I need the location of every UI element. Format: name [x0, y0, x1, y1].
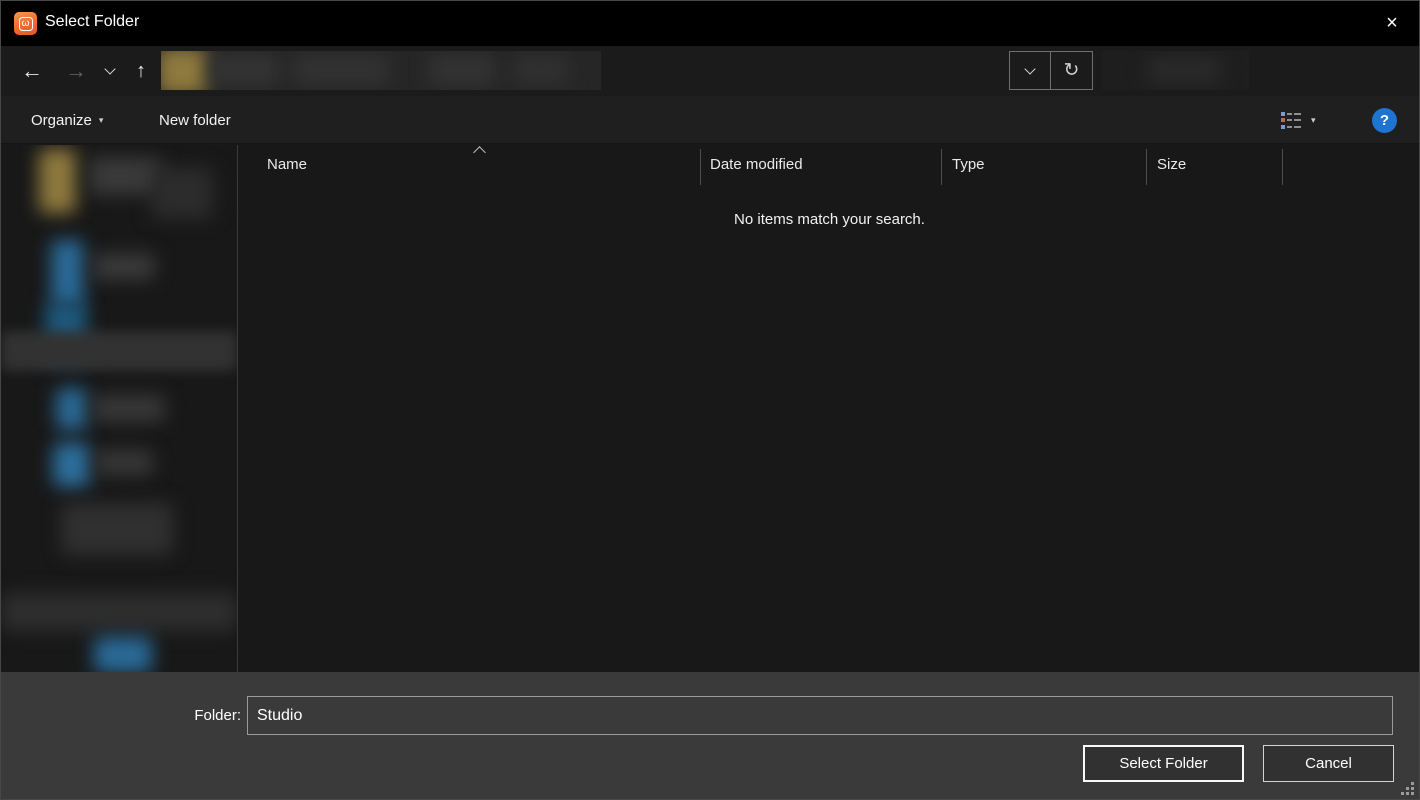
column-header-size[interactable]: Size [1157, 156, 1186, 173]
empty-results-message: No items match your search. [239, 211, 1420, 228]
sidebar-blur-item [96, 450, 153, 475]
sidebar-blur-item [56, 388, 87, 430]
app-icon: ω [14, 12, 37, 35]
address-blur-segment [513, 55, 569, 85]
chevron-down-icon [104, 63, 115, 74]
chevron-down-icon: ▾ [99, 115, 104, 126]
address-blur-folder-icon [161, 51, 207, 90]
sidebar-blur-item [151, 167, 213, 219]
chevron-down-icon [1024, 63, 1035, 74]
select-folder-dialog: ω Select Folder × ← → ↑ ↻ [0, 0, 1420, 800]
help-button[interactable]: ? [1372, 108, 1397, 133]
refresh-button[interactable]: ↻ [1051, 52, 1092, 89]
window-title: Select Folder [45, 13, 139, 31]
address-blur-segment [211, 55, 279, 85]
command-toolbar: Organize ▾ New folder ▾ [1, 96, 1419, 144]
sidebar-blur-item [51, 240, 84, 306]
forward-button[interactable]: → [59, 46, 93, 96]
folder-field-label: Folder: [141, 707, 241, 724]
address-bar[interactable] [161, 51, 601, 90]
change-view-button[interactable]: ▾ [1281, 104, 1337, 136]
file-list-area: Name Date modified Type Size No items ma… [239, 145, 1420, 672]
navigation-pane[interactable] [1, 145, 238, 672]
search-input[interactable] [1102, 51, 1249, 90]
resize-grip[interactable] [1401, 782, 1415, 796]
sidebar-blur-item [39, 149, 76, 213]
sidebar-blur-item [1, 593, 237, 631]
new-folder-label: New folder [159, 112, 231, 129]
sidebar-blur-item [94, 637, 152, 672]
column-header-type[interactable]: Type [952, 156, 985, 173]
back-button[interactable]: ← [15, 46, 49, 96]
organize-label: Organize [31, 112, 92, 129]
app-logo-glyph: ω [19, 17, 33, 31]
address-blur-segment [293, 55, 389, 85]
cancel-button[interactable]: Cancel [1263, 745, 1394, 782]
new-folder-button[interactable]: New folder [159, 96, 231, 144]
column-divider[interactable] [941, 149, 942, 185]
column-divider[interactable] [1146, 149, 1147, 185]
sidebar-blur-item [53, 443, 90, 487]
column-divider[interactable] [1282, 149, 1283, 185]
chevron-down-icon: ▾ [1311, 115, 1316, 126]
close-button[interactable]: × [1375, 7, 1409, 39]
column-header-row: Name Date modified Type Size [239, 145, 1420, 188]
title-bar: ω Select Folder × [1, 1, 1419, 46]
sidebar-blur-item [93, 395, 165, 422]
select-folder-button[interactable]: Select Folder [1083, 745, 1244, 782]
details-view-icon [1281, 112, 1301, 129]
sidebar-blur-item [61, 503, 173, 555]
address-dropdown-button[interactable] [1010, 52, 1051, 89]
folder-name-input[interactable] [247, 696, 1393, 735]
sort-ascending-icon[interactable] [473, 146, 486, 159]
footer-panel: Folder: Select Folder Cancel [1, 672, 1419, 799]
sidebar-selected-row [1, 331, 237, 371]
navigation-bar: ← → ↑ ↻ [1, 46, 1419, 96]
sidebar-blur-item [93, 253, 155, 280]
up-button[interactable]: ↑ [125, 46, 157, 96]
recent-locations-dropdown[interactable] [97, 46, 123, 96]
address-combo-box: ↻ [1009, 51, 1093, 90]
column-header-name[interactable]: Name [267, 156, 307, 173]
column-header-date-modified[interactable]: Date modified [710, 156, 803, 173]
address-blur-segment [429, 55, 495, 85]
organize-menu-button[interactable]: Organize ▾ [31, 96, 103, 144]
column-divider[interactable] [700, 149, 701, 185]
search-blur-content [1147, 57, 1222, 83]
